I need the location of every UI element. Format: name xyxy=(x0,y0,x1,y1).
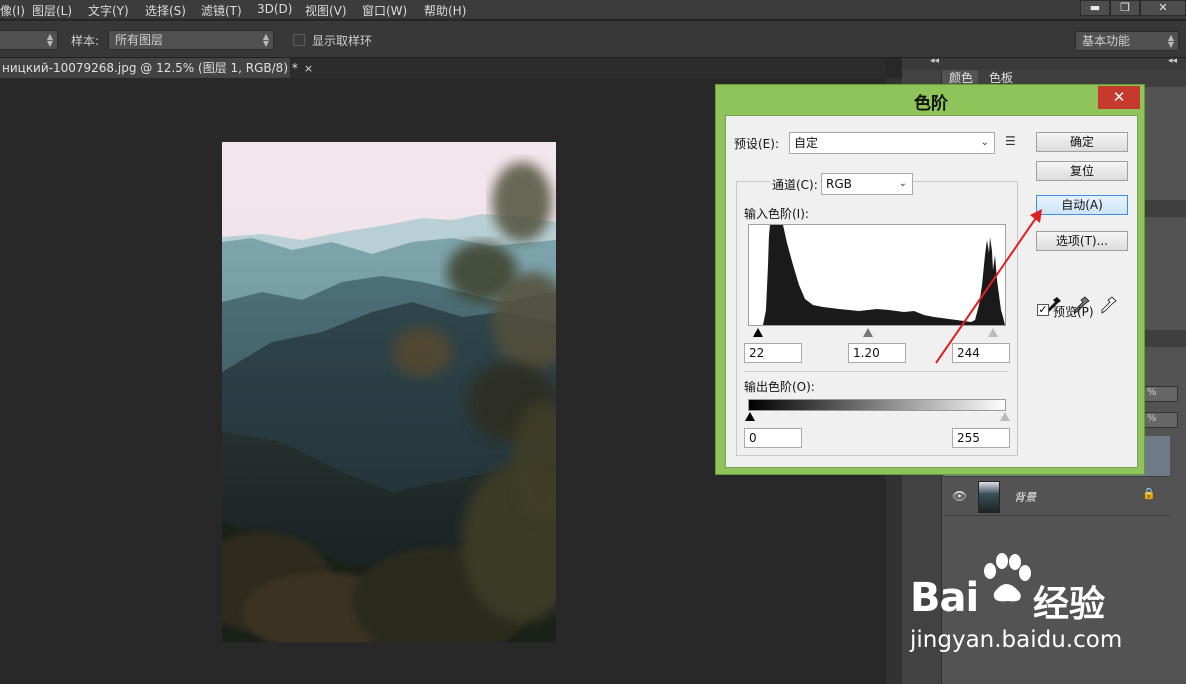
channel-value: RGB xyxy=(826,177,852,191)
updown-arrow-icon: ▲ ▼ xyxy=(1167,33,1174,49)
paw-logo-icon xyxy=(984,553,1031,602)
show-sampling-ring-checkbox[interactable] xyxy=(293,34,305,46)
input-gamma-value: 1.20 xyxy=(853,346,880,360)
divider xyxy=(744,371,1008,372)
collapse-icon[interactable]: ◂◂ xyxy=(1168,56,1177,66)
opacity-percent: % xyxy=(1147,387,1157,398)
output-black-slider[interactable] xyxy=(745,412,755,421)
fill-field[interactable]: % xyxy=(1144,412,1178,428)
minimize-button[interactable]: ▬ xyxy=(1080,0,1110,16)
output-white-field[interactable]: 255 xyxy=(952,428,1010,448)
workspace-select[interactable]: 基本功能 ▲ ▼ xyxy=(1075,31,1179,51)
menu-3d[interactable]: 3D(D) xyxy=(257,2,292,16)
menu-view[interactable]: 视图(V) xyxy=(305,2,347,19)
output-black-field[interactable]: 0 xyxy=(744,428,802,448)
updown-arrow-icon: ▲ ▼ xyxy=(46,32,53,48)
output-white-slider[interactable] xyxy=(1000,412,1010,421)
preset-label: 预设(E): xyxy=(734,137,779,151)
preset-value: 自定 xyxy=(794,136,819,150)
sample-layers-select[interactable]: 所有图层 ▲ ▼ xyxy=(108,30,274,50)
collapse-icon[interactable]: ◂◂ xyxy=(930,56,939,66)
preview-label: 预览(P) xyxy=(1053,305,1094,319)
menu-image[interactable]: 像(I) xyxy=(0,2,25,19)
dialog-close-button[interactable]: ✕ xyxy=(1098,86,1140,109)
channel-select[interactable]: RGB ⌄ xyxy=(821,173,913,195)
workspace-value: 基本功能 xyxy=(1082,34,1131,48)
chevron-down-icon: ⌄ xyxy=(980,137,989,148)
preset-select[interactable]: 自定 ⌄ xyxy=(789,132,995,154)
eye-icon[interactable]: 👁 xyxy=(952,489,967,503)
tab-close-icon[interactable]: × xyxy=(304,62,313,75)
show-sampling-ring-label: 显示取样环 xyxy=(312,34,373,48)
output-white-value: 255 xyxy=(957,431,980,445)
input-black-field[interactable]: 22 xyxy=(744,343,802,363)
fill-percent: % xyxy=(1147,413,1157,424)
white-eyedropper-icon[interactable] xyxy=(1101,296,1117,314)
watermark-brand: Bai xyxy=(910,575,979,621)
layer-row-background[interactable]: 👁 背景 🔒 xyxy=(944,476,1170,516)
sample-size-select[interactable]: ▲ ▼ xyxy=(0,30,58,50)
panel-dock-header: ◂◂ ◂◂ xyxy=(902,56,1186,70)
output-gradient-bar xyxy=(748,399,1006,411)
watermark-brand-suffix: 经验 xyxy=(1033,584,1106,625)
restore-button[interactable]: ❐ xyxy=(1110,0,1140,16)
reset-button[interactable]: 复位 xyxy=(1036,161,1128,181)
menu-type[interactable]: 文字(Y) xyxy=(88,2,129,19)
menu-filter[interactable]: 滤镜(T) xyxy=(201,2,242,19)
annotation-arrow xyxy=(935,209,1042,364)
menu-help[interactable]: 帮助(H) xyxy=(424,2,466,19)
sample-layers-value: 所有图层 xyxy=(115,33,164,47)
mountain-landscape-image xyxy=(222,142,556,642)
updown-arrow-icon: ▲ ▼ xyxy=(262,32,269,48)
watermark-url: jingyan.baidu.com xyxy=(910,627,1123,653)
input-gamma-field[interactable]: 1.20 xyxy=(848,343,906,363)
document-tab[interactable]: ницкий-10079268.jpg @ 12.5% (图层 1, RGB/8… xyxy=(0,58,313,78)
document-tab-title: ницкий-10079268.jpg @ 12.5% (图层 1, RGB/8… xyxy=(2,61,298,75)
options-bar: ▲ ▼ 样本: 所有图层 ▲ ▼ 显示取样环 基本功能 ▲ ▼ xyxy=(0,21,1186,58)
lock-icon: 🔒 xyxy=(1142,487,1156,500)
window-close-button[interactable]: ✕ xyxy=(1140,0,1186,16)
baidu-watermark: Bai 经验 jingyan.baidu.com xyxy=(906,553,1186,665)
sample-label: 样本: xyxy=(71,34,100,48)
input-black-value: 22 xyxy=(749,346,765,360)
channel-label: 通道(C): xyxy=(770,176,820,193)
mountain-photo xyxy=(222,142,556,642)
opacity-field[interactable]: % xyxy=(1144,386,1178,402)
menu-bar: 像(I) 图层(L) 文字(Y) 选择(S) 滤镜(T) 3D(D) 视图(V)… xyxy=(0,0,1186,20)
menu-layer[interactable]: 图层(L) xyxy=(32,2,72,19)
input-levels-label: 输入色阶(I): xyxy=(744,207,809,221)
output-levels-label: 输出色阶(O): xyxy=(744,380,815,394)
input-black-slider[interactable] xyxy=(753,328,763,337)
menu-window[interactable]: 窗口(W) xyxy=(362,2,407,19)
dialog-title: 色阶 xyxy=(914,94,948,114)
layer-thumbnail xyxy=(978,481,1000,513)
preset-options-icon[interactable]: ☰ xyxy=(1005,134,1016,148)
document-tab-bar: ницкий-10079268.jpg @ 12.5% (图层 1, RGB/8… xyxy=(0,58,886,78)
ok-button[interactable]: 确定 xyxy=(1036,132,1128,152)
layer-name: 背景 xyxy=(1014,491,1036,504)
output-black-value: 0 xyxy=(749,431,757,445)
chevron-down-icon: ⌄ xyxy=(898,178,907,189)
input-gamma-slider[interactable] xyxy=(863,328,873,337)
menu-select[interactable]: 选择(S) xyxy=(145,2,186,19)
